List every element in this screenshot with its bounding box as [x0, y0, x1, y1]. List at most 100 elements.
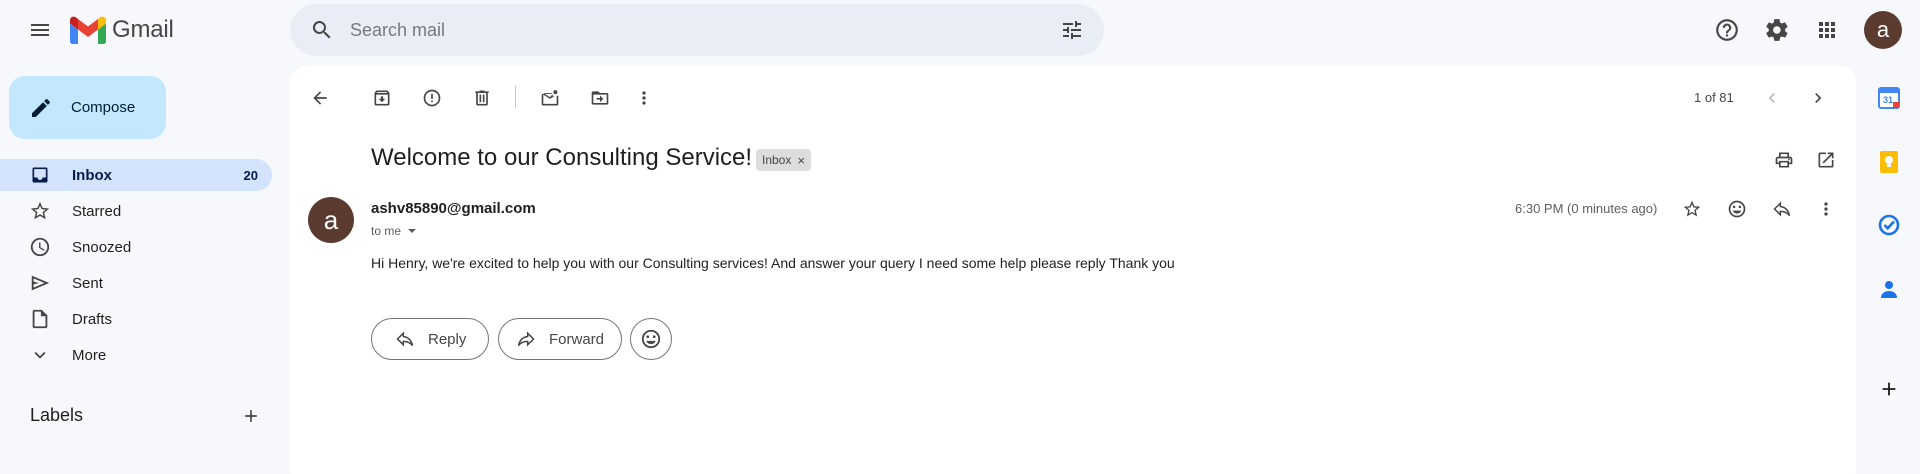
- gmail-wordmark: Gmail: [112, 16, 174, 43]
- add-icon: [245, 410, 257, 422]
- email-body: Hi Henry, we're excited to help you with…: [371, 255, 1175, 271]
- search-button[interactable]: [302, 10, 342, 50]
- labels-heading: Labels: [30, 405, 84, 425]
- star-button[interactable]: [1675, 192, 1709, 226]
- search-bar[interactable]: [290, 4, 1104, 56]
- chevron-right-icon: [1815, 93, 1822, 103]
- print-icon: [1775, 152, 1793, 168]
- contacts-app-button[interactable]: [1872, 272, 1906, 306]
- caret-down-icon: [408, 229, 417, 233]
- back-to-inbox-button[interactable]: [302, 80, 338, 116]
- draft-icon: [28, 307, 52, 331]
- sidebar-item-inbox[interactable]: Inbox 20: [0, 159, 272, 191]
- sidebar-item-snoozed[interactable]: Snoozed: [0, 231, 272, 263]
- apps-icon: [1819, 22, 1835, 38]
- sidebar-item-label: Inbox: [72, 166, 112, 184]
- support-button[interactable]: [1707, 10, 1747, 50]
- reply-icon: [1773, 201, 1791, 217]
- report-spam-button[interactable]: [414, 80, 450, 116]
- more-vert-icon: [642, 91, 646, 105]
- gmail-logo[interactable]: Gmail: [70, 13, 174, 47]
- recipient-details[interactable]: to me: [371, 224, 417, 238]
- calendar-day-text: 31: [1883, 95, 1893, 105]
- add-reaction-button[interactable]: [1720, 192, 1754, 226]
- print-all-button[interactable]: [1766, 142, 1802, 178]
- keep-app-button[interactable]: [1872, 145, 1906, 179]
- delete-button[interactable]: [464, 80, 500, 116]
- move-to-button[interactable]: [582, 80, 618, 116]
- inbox-icon: [28, 163, 52, 187]
- sidebar-item-label: More: [72, 346, 107, 364]
- search-input[interactable]: [350, 18, 1030, 42]
- move-to-icon: [591, 91, 609, 105]
- archive-button[interactable]: [364, 80, 400, 116]
- emoji-reaction-button[interactable]: [630, 318, 672, 360]
- chevron-down-icon: [28, 343, 52, 367]
- open-new-window-button[interactable]: [1808, 142, 1844, 178]
- sidebar-item-drafts[interactable]: Drafts: [0, 303, 272, 335]
- pencil-icon: [27, 94, 55, 122]
- star-icon: [1683, 200, 1701, 217]
- send-icon: [28, 271, 52, 295]
- settings-icon: [1766, 19, 1788, 41]
- search-options-button[interactable]: [1052, 10, 1092, 50]
- tasks-app-button[interactable]: [1872, 208, 1906, 242]
- contacts-icon: [1881, 281, 1897, 298]
- account-avatar[interactable]: a: [1864, 11, 1902, 49]
- email-timestamp: 6:30 PM (0 minutes ago): [1515, 201, 1658, 216]
- calendar-app-button[interactable]: 31: [1872, 81, 1906, 115]
- keep-icon: [1880, 151, 1898, 173]
- help-icon: [1716, 19, 1738, 41]
- calendar-icon: 31: [1878, 87, 1900, 109]
- forward-label: Forward: [549, 330, 605, 348]
- reply-label: Reply: [428, 330, 467, 348]
- reply-icon: [394, 328, 416, 350]
- star-icon: [28, 199, 52, 223]
- sender-avatar[interactable]: a: [308, 197, 354, 243]
- mark-unread-button[interactable]: [532, 80, 568, 116]
- inbox-unread-count: 20: [243, 167, 258, 183]
- compose-label: Compose: [71, 99, 136, 116]
- sidebar-item-label: Starred: [72, 202, 122, 220]
- more-actions-button[interactable]: [626, 80, 662, 116]
- email-view-panel: 1 of 81 Welcome to our Consulting Servic…: [290, 66, 1856, 474]
- report-spam-icon: [423, 89, 441, 107]
- add-icon: [1882, 382, 1896, 396]
- search-icon: [312, 21, 331, 39]
- sidebar-item-label: Snoozed: [72, 238, 132, 256]
- reply-pill-button[interactable]: Reply: [371, 318, 489, 360]
- settings-button[interactable]: [1757, 10, 1797, 50]
- mark-unread-icon: [541, 90, 559, 106]
- message-more-button[interactable]: [1809, 192, 1843, 226]
- main-menu-button[interactable]: [20, 10, 60, 50]
- menu-icon: [31, 24, 49, 36]
- sidebar-item-more[interactable]: More: [0, 339, 272, 371]
- remove-label-icon[interactable]: ×: [797, 153, 805, 168]
- sidebar-item-label: Drafts: [72, 310, 113, 328]
- label-chip-text: Inbox: [762, 153, 792, 167]
- email-subject: Welcome to our Consulting Service!: [371, 144, 753, 171]
- gmail-m-icon: [70, 16, 106, 44]
- toolbar-divider: [515, 86, 516, 108]
- older-button[interactable]: [1800, 80, 1836, 116]
- more-vert-icon: [1824, 202, 1828, 216]
- sidebar-item-sent[interactable]: Sent: [0, 267, 272, 299]
- reply-button[interactable]: [1765, 192, 1799, 226]
- chevron-left-icon: [1768, 93, 1775, 103]
- sidebar-item-starred[interactable]: Starred: [0, 195, 272, 227]
- tune-icon: [1063, 21, 1081, 39]
- newer-button[interactable]: [1754, 80, 1790, 116]
- forward-pill-button[interactable]: Forward: [498, 318, 622, 360]
- pagination-count: 1 of 81: [1694, 90, 1734, 105]
- open-in-new-icon: [1818, 152, 1834, 168]
- compose-button[interactable]: Compose: [9, 76, 166, 139]
- forward-icon: [515, 328, 537, 350]
- create-label-button[interactable]: [236, 401, 266, 431]
- sender-email[interactable]: ashv85890@gmail.com: [371, 200, 536, 217]
- google-apps-button[interactable]: [1807, 10, 1847, 50]
- get-addons-button[interactable]: [1872, 372, 1906, 406]
- emoji-icon: [640, 328, 662, 350]
- inbox-label-chip[interactable]: Inbox ×: [756, 149, 811, 171]
- emoji-icon: [1728, 200, 1746, 218]
- archive-icon: [374, 90, 390, 106]
